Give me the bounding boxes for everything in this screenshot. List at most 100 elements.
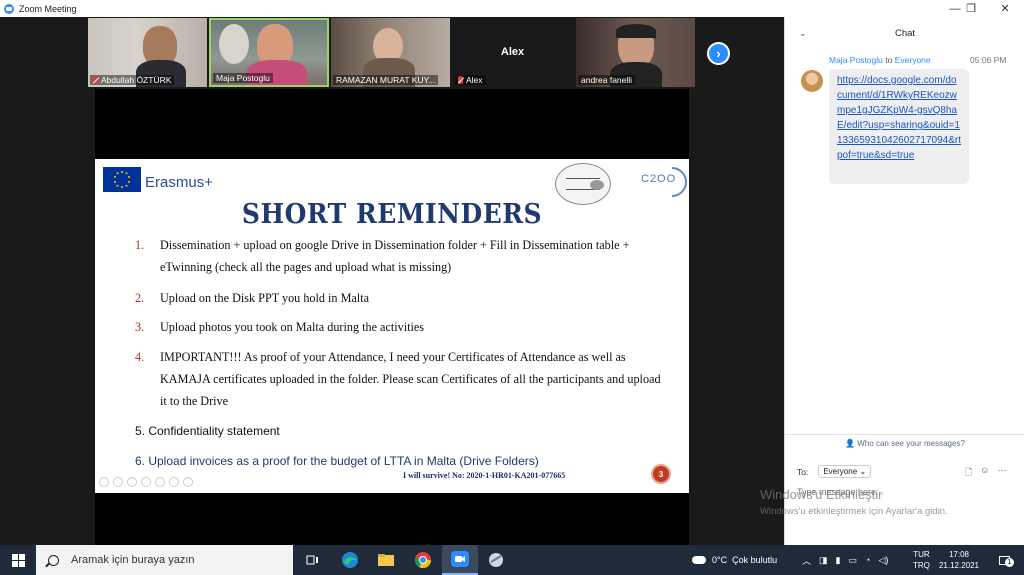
meeting-area: Abdullah ÖZTÜRK Maja Postoglu RAMAZAN MU… [0, 17, 784, 545]
reminder-text: Upload photos you took on Malta during t… [160, 320, 425, 334]
folder-icon [378, 554, 394, 566]
clock-date: 21.12.2021 [938, 561, 980, 570]
slide-title: SHORT REMINDERS [241, 197, 543, 230]
reminder-number: 1. [135, 238, 145, 252]
people-icon: 👤 [845, 439, 858, 448]
search-icon [48, 554, 59, 566]
windows-logo-icon [11, 553, 25, 567]
task-view-icon [306, 555, 318, 565]
reminder-item-6: 6. Upload invoices as a proof for the bu… [135, 454, 539, 468]
taskbar-zoom[interactable] [442, 545, 478, 575]
prev-slide-icon[interactable] [99, 477, 109, 487]
message-link[interactable]: https://docs.google.com/document/d/1RWky… [837, 73, 961, 163]
system-tray: ︿ ◨ ▮ ▭ ◔ ◁) [802, 545, 888, 575]
clock[interactable]: 17:08 21.12.2021 [938, 545, 980, 575]
chat-message-bubble: https://docs.google.com/document/d/1RWky… [829, 69, 969, 184]
reminder-text: Upload on the Disk PPT you hold in Malta [160, 291, 369, 305]
search-placeholder: Aramak için buraya yazın [71, 554, 195, 566]
wifi-icon[interactable]: ◔ [865, 555, 870, 565]
meet-now-icon[interactable]: ◨ [819, 555, 828, 566]
taskbar-edge[interactable] [332, 545, 368, 575]
erasmus-logo-text: Erasmus+ [145, 174, 213, 191]
chat-divider [785, 434, 1024, 435]
participant-name-label: Abdullah ÖZTÜRK [90, 75, 175, 85]
language-indicator[interactable]: TUR TRQ [913, 545, 930, 575]
chat-title: Chat [894, 28, 916, 39]
view-icon[interactable] [141, 477, 151, 487]
microphone-icon[interactable]: ▮ [836, 555, 841, 566]
shared-screen: Erasmus+ C2OO SHORT REMINDERS 1. Dissemi… [95, 89, 694, 545]
task-view-button[interactable] [295, 545, 331, 575]
participant-tile[interactable]: RAMAZAN MURAT KUY... [331, 18, 450, 87]
taskbar-app[interactable] [478, 545, 514, 575]
edge-browser-icon [342, 552, 358, 568]
recipient-select[interactable]: Everyone ⌄ [818, 465, 872, 478]
eu-flag-icon [103, 167, 141, 192]
window-titlebar: Zoom Meeting — ❐ ✕ [0, 0, 1024, 17]
message-to-word: to [885, 55, 893, 65]
zoom-icon [451, 551, 469, 567]
start-button[interactable] [0, 545, 36, 575]
participant-tile[interactable]: andrea fanelli [576, 18, 695, 87]
chevron-right-icon: › [716, 46, 721, 61]
more-options-icon[interactable]: ⋯ [997, 465, 1006, 481]
participant-tile[interactable]: Abdullah ÖZTÜRK [88, 18, 207, 87]
who-can-see-link[interactable]: 👤 Who can see your messages? [785, 439, 1024, 448]
participant-name-label: RAMAZAN MURAT KUY... [333, 75, 439, 85]
taskbar-chrome[interactable] [405, 545, 441, 575]
presentation-slide: Erasmus+ C2OO SHORT REMINDERS 1. Dissemi… [95, 159, 694, 493]
maximize-button[interactable]: ❐ [954, 0, 988, 17]
weather-widget[interactable]: 0°C Çok bulutlu [692, 545, 777, 575]
chat-recipient-row: To: Everyone ⌄ [797, 465, 872, 478]
chat-message-header: Maja Postoglu to Everyone [829, 55, 931, 65]
chat-panel: ⌄ Chat Maja Postoglu to Everyone 05:06 P… [784, 17, 1024, 545]
avatar [801, 70, 823, 92]
cloud-icon [692, 556, 706, 564]
participant-tile-active-speaker[interactable]: Maja Postoglu [209, 18, 329, 87]
muted-mic-icon [93, 76, 98, 84]
chevron-up-icon[interactable]: ︿ [802, 554, 811, 567]
zoom-app-icon [4, 3, 14, 14]
grid-icon[interactable] [169, 477, 179, 487]
slide-footer: I will survive! No: 2020-1-HR01-KA201-07… [403, 471, 566, 480]
participant-tile-no-video[interactable]: Alex Alex [453, 18, 572, 87]
window-title: Zoom Meeting [19, 3, 77, 14]
to-label: To: [797, 466, 809, 477]
muted-mic-icon [458, 76, 463, 84]
c2oo-logo-text: C2OO [641, 173, 677, 185]
pen-icon[interactable] [127, 477, 137, 487]
more-icon[interactable] [183, 477, 193, 487]
taskbar-search-box[interactable]: Aramak için buraya yazın [36, 545, 293, 575]
next-slide-icon[interactable] [113, 477, 123, 487]
reminder-text: IMPORTANT!!! As proof of your Attendance… [160, 350, 661, 408]
taskbar-file-explorer[interactable] [368, 545, 404, 575]
message-sender[interactable]: Maja Postoglu [829, 55, 883, 65]
participant-video [219, 24, 249, 64]
participant-name-label: Alex [455, 75, 486, 85]
keyboard-layout: TRQ [913, 561, 930, 570]
reminder-number: 3. [135, 320, 145, 334]
reminder-number: 2. [135, 291, 145, 305]
network-icon[interactable]: ▭ [848, 555, 857, 566]
chat-message-input[interactable] [797, 487, 1012, 497]
chrome-browser-icon [414, 552, 432, 569]
close-button[interactable]: ✕ [988, 0, 1022, 17]
participant-name-label: andrea fanelli [578, 75, 636, 85]
participant-name-label: Maja Postoglu [213, 73, 273, 83]
app-icon [489, 553, 503, 567]
slide-toolbar [99, 477, 193, 487]
notification-count: 1 [1005, 558, 1014, 567]
file-icon[interactable]: 🗋 [965, 465, 972, 481]
message-recipient: Everyone [894, 55, 931, 65]
slide-page-number: 3 [651, 464, 671, 484]
language-code: TUR [913, 550, 930, 559]
chat-actions: 🗋 ☺ ⋯ [965, 465, 1006, 481]
notification-center-button[interactable]: 1 [994, 545, 1014, 575]
volume-icon[interactable]: ◁) [878, 555, 888, 566]
next-participants-button[interactable]: › [707, 42, 730, 65]
participant-center-name: Alex [500, 46, 525, 58]
reminder-text: Dissemination + upload on google Drive i… [160, 238, 630, 274]
emoji-icon[interactable]: ☺ [980, 465, 989, 481]
zoom-icon[interactable] [155, 477, 165, 487]
clock-time: 17:08 [948, 550, 970, 559]
